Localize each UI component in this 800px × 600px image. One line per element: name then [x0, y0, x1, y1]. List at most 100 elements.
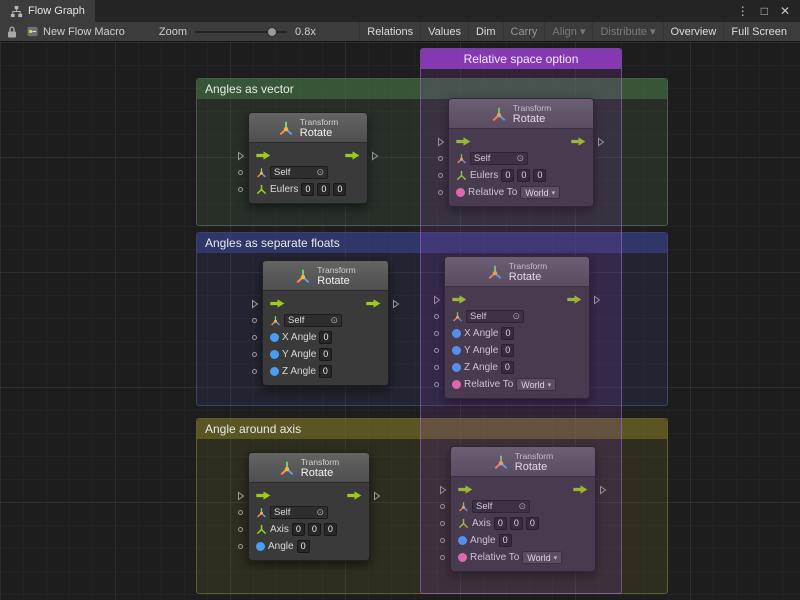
toolbar-button-dim[interactable]: Dim [468, 22, 503, 41]
caret-down-icon: ▾ [548, 381, 552, 389]
vector-y-field[interactable]: 0 [510, 517, 523, 530]
self-port[interactable] [438, 156, 443, 161]
self-object-field[interactable]: Self ⊙ [284, 314, 342, 327]
zoom-slider-knob[interactable] [267, 27, 277, 37]
flow-output-port[interactable] [373, 491, 381, 501]
maximize-icon[interactable]: □ [761, 4, 768, 18]
self-object-field[interactable]: Self ⊙ [270, 166, 328, 179]
flow-output-port[interactable] [392, 299, 400, 309]
relative-to-port[interactable] [438, 190, 443, 195]
node-header[interactable]: Transform Rotate [449, 99, 593, 129]
self-port[interactable] [238, 170, 243, 175]
toolbar-button-relations[interactable]: Relations [359, 22, 420, 41]
toolbar-button-values[interactable]: Values [420, 22, 468, 41]
vector-z-field[interactable]: 0 [324, 523, 337, 536]
flow-output-port[interactable] [597, 137, 605, 147]
node-transform-rotate[interactable]: Transform Rotate Self ⊙ [444, 256, 590, 399]
self-object-field[interactable]: Self ⊙ [470, 152, 528, 165]
toolbar-button-overview[interactable]: Overview [663, 22, 724, 41]
y-angle-port[interactable] [434, 348, 439, 353]
vector-x-field[interactable]: 0 [494, 517, 507, 530]
self-port[interactable] [252, 318, 257, 323]
group-header[interactable]: Angles as vector [197, 79, 667, 99]
toolbar-button-carry[interactable]: Carry [503, 22, 545, 41]
angle-field[interactable]: 0 [297, 540, 310, 553]
kebab-menu-icon[interactable]: ⋮ [737, 4, 749, 18]
flow-input-port[interactable] [439, 485, 447, 495]
axis-port[interactable] [440, 521, 445, 526]
x-angle-field[interactable]: 0 [501, 327, 514, 340]
node-header[interactable]: Transform Rotate [451, 447, 595, 477]
vector-z-field[interactable]: 0 [333, 183, 346, 196]
relative-to-dropdown[interactable]: World ▾ [522, 551, 562, 564]
y-angle-port[interactable] [252, 352, 257, 357]
vector-x-field[interactable]: 0 [292, 523, 305, 536]
node-header[interactable]: Transform Rotate [445, 257, 589, 287]
graph-canvas[interactable]: Angles as vector Angles as separate floa… [0, 42, 800, 600]
relative-to-port[interactable] [440, 555, 445, 560]
flow-input-port[interactable] [251, 299, 259, 309]
self-object-field[interactable]: Self ⊙ [270, 506, 328, 519]
row-label: Z Angle [464, 362, 498, 373]
eulers-port[interactable] [438, 173, 443, 178]
angle-field[interactable]: 0 [499, 534, 512, 547]
node-transform-rotate[interactable]: Transform Rotate Self ⊙ [450, 446, 596, 572]
group-header[interactable]: Relative space option [421, 49, 621, 69]
macro-selector[interactable]: New Flow Macro [26, 25, 125, 38]
x-angle-port[interactable] [434, 331, 439, 336]
transform-icon [278, 120, 294, 136]
z-angle-field[interactable]: 0 [319, 365, 332, 378]
z-angle-field[interactable]: 0 [501, 361, 514, 374]
relative-to-dropdown[interactable]: World ▾ [516, 378, 556, 391]
flow-input-port[interactable] [237, 151, 245, 161]
tab-flow-graph[interactable]: Flow Graph [0, 0, 95, 22]
vector-z-field[interactable]: 0 [533, 169, 546, 182]
flow-output-port[interactable] [599, 485, 607, 495]
float-icon [270, 367, 279, 376]
node-header[interactable]: Transform Rotate [249, 113, 367, 143]
vector-y-field[interactable]: 0 [517, 169, 530, 182]
node-transform-rotate[interactable]: Transform Rotate Self ⊙ [262, 260, 389, 386]
flow-input-port[interactable] [433, 295, 441, 305]
close-icon[interactable]: ✕ [780, 4, 790, 18]
self-port[interactable] [238, 510, 243, 515]
x-angle-field[interactable]: 0 [319, 331, 332, 344]
transform-axis-icon [458, 501, 469, 512]
self-object-field[interactable]: Self ⊙ [466, 310, 524, 323]
lock-icon[interactable] [6, 25, 18, 39]
node-header[interactable]: Transform Rotate [263, 261, 388, 291]
y-angle-field[interactable]: 0 [501, 344, 514, 357]
zoom-slider[interactable] [195, 26, 287, 38]
toolbar-button-fullscreen[interactable]: Full Screen [723, 22, 794, 41]
flow-input-port[interactable] [437, 137, 445, 147]
relative-to-dropdown[interactable]: World ▾ [520, 186, 560, 199]
angle-port[interactable] [238, 544, 243, 549]
group-header[interactable]: Angles as separate floats [197, 233, 667, 253]
group-header[interactable]: Angle around axis [197, 419, 667, 439]
vector-z-field[interactable]: 0 [526, 517, 539, 530]
vector-x-field[interactable]: 0 [301, 183, 314, 196]
self-object-field[interactable]: Self ⊙ [472, 500, 530, 513]
axis-port[interactable] [238, 527, 243, 532]
self-port[interactable] [434, 314, 439, 319]
flow-input-port[interactable] [237, 491, 245, 501]
y-angle-field[interactable]: 0 [319, 348, 332, 361]
vector-y-field[interactable]: 0 [308, 523, 321, 536]
node-header[interactable]: Transform Rotate [249, 453, 369, 483]
relative-to-port[interactable] [434, 382, 439, 387]
self-port[interactable] [440, 504, 445, 509]
flow-output-port[interactable] [593, 295, 601, 305]
z-angle-port[interactable] [434, 365, 439, 370]
flow-output-port[interactable] [371, 151, 379, 161]
flow-row [445, 291, 589, 308]
z-angle-port[interactable] [252, 369, 257, 374]
x-angle-port[interactable] [252, 335, 257, 340]
node-transform-rotate[interactable]: Transform Rotate Self ⊙ [248, 452, 370, 561]
eulers-port[interactable] [238, 187, 243, 192]
flow-in-arrow-icon [452, 295, 467, 304]
node-transform-rotate[interactable]: Transform Rotate Self ⊙ [248, 112, 368, 204]
node-transform-rotate[interactable]: Transform Rotate Self ⊙ [448, 98, 594, 207]
vector-y-field[interactable]: 0 [317, 183, 330, 196]
vector-x-field[interactable]: 0 [501, 169, 514, 182]
angle-port[interactable] [440, 538, 445, 543]
